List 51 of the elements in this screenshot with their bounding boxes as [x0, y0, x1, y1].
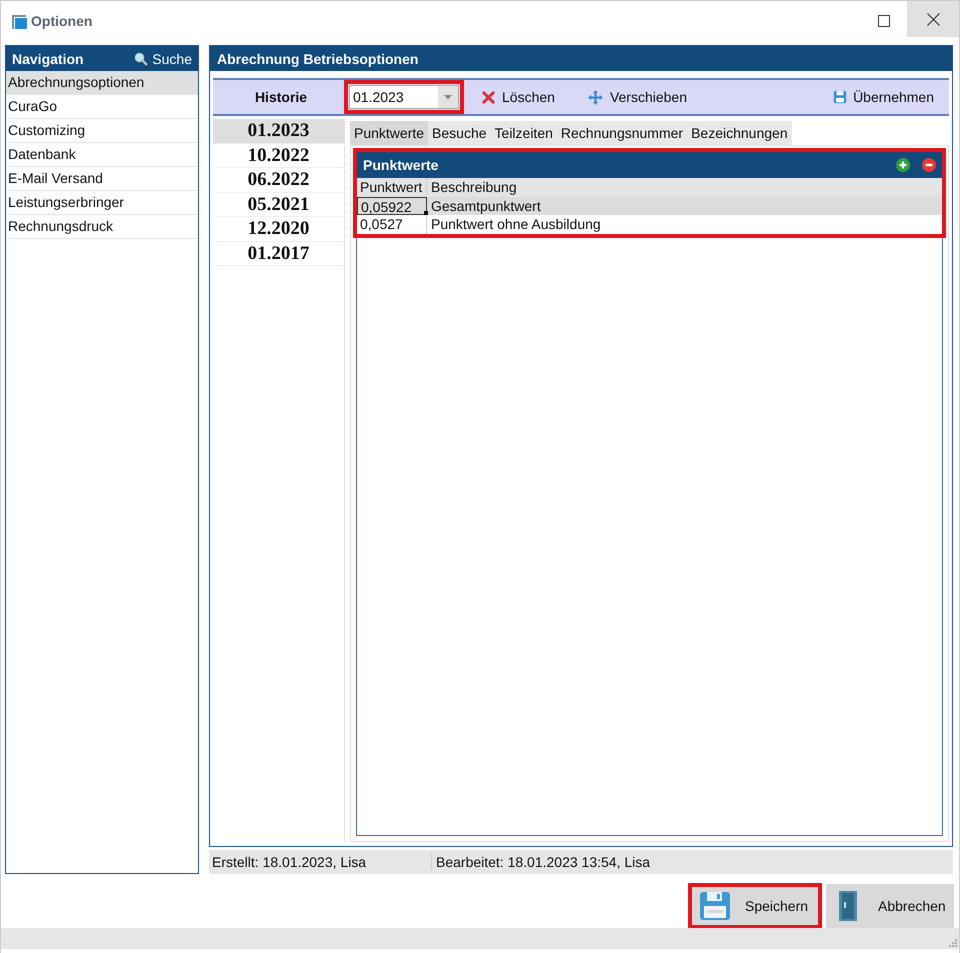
table-cell-text: Punktwert ohne Ausbildung — [430, 215, 602, 234]
nav-item[interactable]: Datenbank — [6, 143, 198, 167]
close-icon — [481, 90, 496, 104]
search-icon — [134, 52, 148, 66]
history-item[interactable]: 01.2023 — [213, 119, 344, 144]
history-label: Historie — [254, 89, 308, 105]
nav-item[interactable]: CuraGo — [6, 95, 198, 119]
caret-icon — [438, 86, 458, 108]
panel-title: Abrechnung Betriebsoptionen — [210, 46, 952, 71]
search-button[interactable]: Suche — [134, 50, 192, 66]
history-item[interactable]: 01.2017 — [213, 242, 344, 266]
remove-icon[interactable] — [922, 158, 936, 172]
period-dropdown[interactable]: 01.2023 — [349, 85, 459, 109]
table-cell: 0,0527 — [360, 216, 403, 232]
cancel-button[interactable]: Abbrechen — [826, 884, 954, 928]
table-row[interactable]: 0,0527 Punktwert ohne Ausbildung — [357, 215, 942, 234]
nav-item[interactable]: Rechnungsdruck — [6, 215, 198, 239]
delete-button[interactable]: Löschen — [481, 89, 555, 105]
door-icon — [838, 890, 858, 922]
move-button[interactable]: Verschieben — [586, 88, 687, 106]
table-title: Punktwerte — [363, 157, 440, 173]
history-item[interactable]: 12.2020 — [213, 217, 344, 242]
nav-item[interactable]: Leistungserbringer — [6, 191, 198, 215]
edited-info: Bearbeitet: 18.01.2023 13:54, Lisa — [435, 854, 650, 870]
tab[interactable]: Teilzeiten — [490, 121, 557, 145]
close-icon — [926, 12, 940, 26]
apply-button[interactable]: Übernehmen — [833, 89, 934, 105]
tab[interactable]: Besuche — [428, 121, 491, 145]
created-info: Erstellt: 18.01.2023, Lisa — [209, 854, 432, 870]
save-button[interactable]: Speichern — [689, 884, 821, 928]
table-cell: 0,05922 — [361, 198, 412, 214]
nav-item[interactable]: Abrechnungsoptionen — [6, 71, 198, 95]
resize-grip-icon — [949, 939, 957, 947]
nav-item[interactable]: E-Mail Versand — [6, 167, 198, 191]
window-title: Optionen — [31, 13, 92, 29]
column-header: Punktwert — [357, 178, 427, 196]
nav-item[interactable]: Customizing — [6, 119, 198, 143]
maximize-icon — [878, 15, 890, 27]
panel-title: Navigation — [12, 50, 85, 66]
table-row[interactable]: 0,05922 Gesamtpunktwert — [357, 196, 942, 215]
table-cell-text: Gesamtpunktwert — [430, 196, 542, 215]
history-item[interactable]: 10.2022 — [213, 144, 344, 168]
history-item[interactable]: 06.2022 — [213, 168, 344, 192]
history-item[interactable]: 05.2021 — [213, 192, 344, 217]
tab[interactable]: Bezeichnungen — [687, 121, 792, 145]
tab[interactable]: Punktwerte — [350, 121, 428, 145]
tab[interactable]: Rechnungsnummer — [556, 121, 688, 145]
add-icon[interactable] — [896, 158, 910, 172]
move-icon — [586, 88, 604, 106]
column-header: Beschreibung — [430, 178, 518, 196]
app-icon — [11, 12, 28, 30]
